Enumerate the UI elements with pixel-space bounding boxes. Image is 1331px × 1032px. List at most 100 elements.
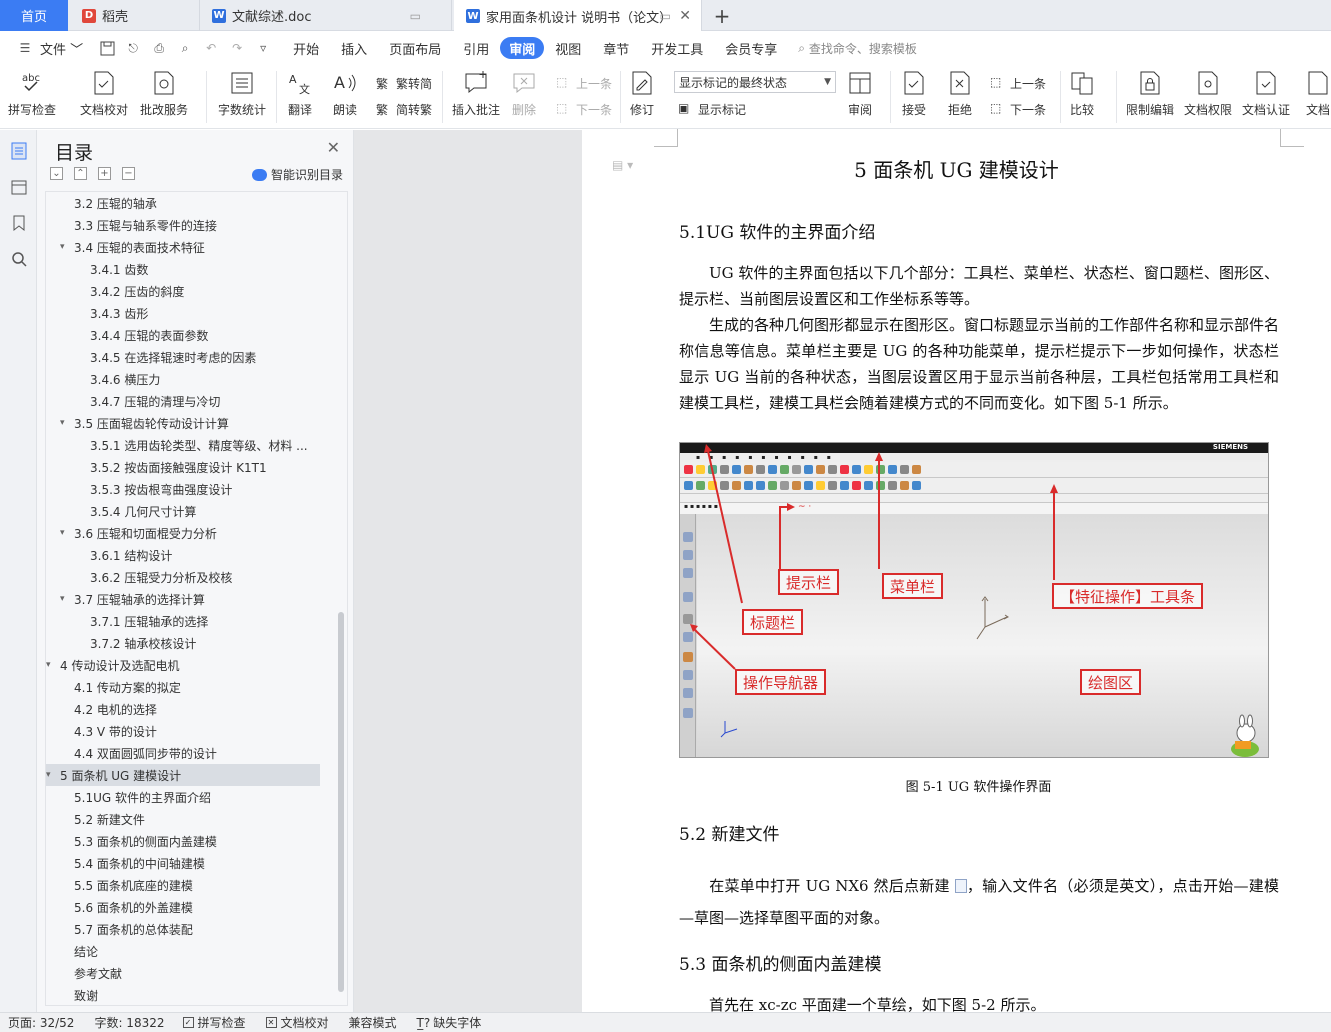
toc-item[interactable]: ▾ 4 传动设计及选配电机 <box>46 654 320 676</box>
scrollbar[interactable] <box>338 612 344 992</box>
toc-item[interactable]: 3.5.2 按齿面接触强度设计 K1T1 <box>46 456 320 478</box>
toc-item[interactable]: 3.4.7 压辊的清理与冷切 <box>46 390 320 412</box>
toc-item[interactable]: 3.5.1 选用齿轮类型、精度等级、材料 ... <box>46 434 320 456</box>
trad-to-simp-button[interactable]: 繁繁转简 <box>376 73 432 93</box>
prev-change-button[interactable]: ⬚ 上一条 <box>990 73 1046 93</box>
save-icon[interactable] <box>98 39 116 57</box>
command-search[interactable]: ⌕ 查找命令、搜索模板 <box>798 40 917 57</box>
word-count[interactable]: 字数: 18322 <box>94 1014 164 1031</box>
accept-button[interactable]: 接受 <box>900 69 928 118</box>
translate-button[interactable]: A文 翻译 <box>286 69 314 118</box>
toc-item[interactable]: 3.5.3 按齿根弯曲强度设计 <box>46 478 320 500</box>
simp-to-trad-button[interactable]: 繁简转繁 <box>376 99 432 119</box>
toc-item[interactable]: 3.4.3 齿形 <box>46 302 320 324</box>
search-icon[interactable] <box>10 250 28 268</box>
close-icon[interactable]: ✕ <box>327 138 340 157</box>
chapter-nav-icon[interactable] <box>10 178 28 196</box>
chevron-down-icon[interactable]: ▾ <box>60 418 74 428</box>
chevron-down-icon[interactable]: ▾ <box>46 660 60 670</box>
toc-item[interactable]: 4.2 电机的选择 <box>46 698 320 720</box>
spellcheck-button[interactable]: abc 拼写检查 <box>8 69 56 118</box>
document-certify-button[interactable]: 文档认证 <box>1242 69 1290 118</box>
bookmark-icon[interactable] <box>10 214 28 232</box>
toc-item[interactable]: 4.1 传动方案的拟定 <box>46 676 320 698</box>
chevron-down-icon[interactable]: ▾ <box>60 528 74 538</box>
track-changes-button[interactable]: 修订 <box>628 69 656 118</box>
toc-item[interactable]: 3.7.1 压辊轴承的选择 <box>46 610 320 632</box>
markup-mode-select[interactable]: 显示标记的最终状态 ▼ <box>674 71 836 93</box>
redo-icon[interactable]: ↷ <box>228 39 246 57</box>
review-pane-button[interactable]: 审阅 <box>846 69 874 118</box>
chevron-down-icon[interactable]: ▾ <box>60 242 74 252</box>
toc-item[interactable]: 3.2 压辊的轴承 <box>46 192 320 214</box>
menu-view[interactable]: 视图 <box>544 37 592 59</box>
word-count-button[interactable]: 字数统计 <box>218 69 266 118</box>
show-markup-button[interactable]: ▣ 显示标记 <box>678 99 746 119</box>
more-quick-access-icon[interactable]: ▿ <box>254 39 272 57</box>
toc-item[interactable]: 5.3 面条机的侧面内盖建模 <box>46 830 320 852</box>
plus-icon[interactable]: + <box>98 167 111 180</box>
tab-literature-review[interactable]: W 文献综述.doc ▭ <box>200 0 452 31</box>
toc-item[interactable]: 参考文献 <box>46 962 320 984</box>
toc-item[interactable]: ▾ 3.4 压辊的表面技术特征 <box>46 236 320 258</box>
toc-item[interactable]: 5.5 面条机底座的建模 <box>46 874 320 896</box>
toc-item[interactable]: 5.7 面条机的总体装配 <box>46 918 320 940</box>
tab-daoke[interactable]: D 稻壳 <box>70 0 200 31</box>
toc-item[interactable]: 3.4.2 压齿的斜度 <box>46 280 320 302</box>
toc-item[interactable]: 3.5.4 几何尺寸计算 <box>46 500 320 522</box>
collapse-all-icon[interactable]: ⌄ <box>50 167 63 180</box>
print-icon[interactable]: ⎙ <box>150 39 168 57</box>
menu-page-layout[interactable]: 页面布局 <box>378 37 452 59</box>
toc-item[interactable]: ▾ 5 面条机 UG 建模设计 <box>46 764 320 786</box>
compare-button[interactable]: 比较 <box>1068 69 1096 118</box>
undo-icon[interactable]: ↶ <box>202 39 220 57</box>
next-change-button[interactable]: ⬚ 下一条 <box>990 99 1046 119</box>
toc-item[interactable]: 3.7.2 轴承校核设计 <box>46 632 320 654</box>
toc-item[interactable]: 3.4.6 横压力 <box>46 368 320 390</box>
document-permission-button[interactable]: 文档权限 <box>1184 69 1232 118</box>
chevron-down-icon[interactable]: ▾ <box>60 594 74 604</box>
next-comment-button[interactable]: ⬚ 下一条 <box>556 99 612 119</box>
toc-item[interactable]: ▾ 3.5 压面辊齿轮传动设计计算 <box>46 412 320 434</box>
menu-developer[interactable]: 开发工具 <box>640 37 714 59</box>
toc-item[interactable]: 4.4 双面圆弧同步带的设计 <box>46 742 320 764</box>
menu-references[interactable]: 引用 <box>452 37 500 59</box>
toc-item[interactable]: 3.4.4 压辊的表面参数 <box>46 324 320 346</box>
print-preview-icon[interactable]: ⌕ <box>176 39 194 57</box>
correction-service-button[interactable]: 批改服务 <box>140 69 188 118</box>
hamburger-icon[interactable]: ☰ <box>16 39 34 57</box>
proofread-button[interactable]: 文档校对 <box>80 69 128 118</box>
read-aloud-button[interactable]: A 朗读 <box>331 69 359 118</box>
minus-icon[interactable]: − <box>122 167 135 180</box>
missing-font[interactable]: T̲? 缺失字体 <box>417 1014 482 1031</box>
reject-button[interactable]: 拒绝 <box>946 69 974 118</box>
insert-comment-button[interactable]: 插入批注 <box>452 69 500 118</box>
delete-comment-button[interactable]: 删除 <box>510 69 538 118</box>
toc-item[interactable]: 5.1UG 软件的主界面介绍 <box>46 786 320 808</box>
toc-item[interactable]: ▾ 3.7 压辊轴承的选择计算 <box>46 588 320 610</box>
toc-panel-icon[interactable] <box>10 142 28 160</box>
chevron-down-icon[interactable]: ▾ <box>46 770 60 780</box>
expand-up-icon[interactable]: ⌃ <box>74 167 87 180</box>
spell-check-status[interactable]: ✓ 拼写检查 <box>182 1014 246 1031</box>
menu-start[interactable]: 开始 <box>282 37 330 59</box>
toc-item[interactable]: 3.6.1 结构设计 <box>46 544 320 566</box>
toc-item[interactable]: 5.6 面条机的外盖建模 <box>46 896 320 918</box>
export-icon[interactable]: ⎋ <box>124 39 142 57</box>
toc-item[interactable]: 致谢 <box>46 984 320 1005</box>
smart-toc-button[interactable]: 智能识别目录 <box>251 166 343 183</box>
compat-mode[interactable]: 兼容模式 <box>349 1014 397 1031</box>
menu-sections[interactable]: 章节 <box>592 37 640 59</box>
new-tab-button[interactable]: + <box>710 0 734 31</box>
toc-item[interactable]: 3.4.5 在选择辊速时考虑的因素 <box>46 346 320 368</box>
page-indicator[interactable]: 页面: 32/52 <box>8 1014 74 1031</box>
tab-home[interactable]: 首页 <box>0 0 68 31</box>
toc-item[interactable]: 3.3 压辊与轴系零件的连接 <box>46 214 320 236</box>
file-menu[interactable]: 文件 ﹀ <box>38 37 94 59</box>
proofread-status[interactable]: ✕ 文档校对 <box>265 1014 329 1031</box>
menu-insert[interactable]: 插入 <box>330 37 378 59</box>
toc-item[interactable]: 3.4.1 齿数 <box>46 258 320 280</box>
toc-item[interactable]: 结论 <box>46 940 320 962</box>
toc-item[interactable]: ▾ 3.6 压辊和切面棍受力分析 <box>46 522 320 544</box>
menu-member[interactable]: 会员专享 <box>714 37 788 59</box>
